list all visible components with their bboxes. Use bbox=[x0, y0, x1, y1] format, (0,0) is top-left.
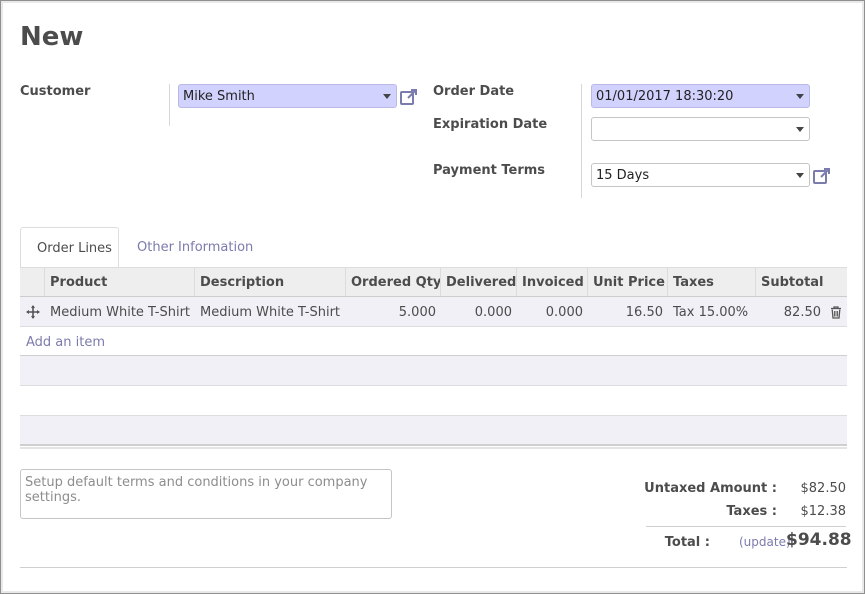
chevron-down-icon[interactable] bbox=[383, 94, 391, 99]
external-link-icon[interactable] bbox=[399, 87, 419, 107]
cell-description[interactable]: Medium White T-Shirt bbox=[195, 297, 345, 326]
empty-row bbox=[20, 416, 847, 446]
cell-unit-price[interactable]: 16.50 bbox=[588, 297, 668, 326]
tab-order-lines[interactable]: Order Lines bbox=[20, 227, 119, 268]
chevron-down-icon[interactable] bbox=[796, 94, 804, 99]
dates-separator bbox=[581, 84, 582, 198]
terms-textarea[interactable]: Setup default terms and conditions in yo… bbox=[20, 469, 392, 519]
table-footer bbox=[20, 447, 847, 449]
cell-taxes[interactable]: Tax 15.00% bbox=[668, 297, 756, 326]
column-header-ordered-qty[interactable]: Ordered Qty bbox=[345, 268, 441, 296]
bottom-divider bbox=[20, 567, 847, 568]
expiration-date-field[interactable] bbox=[591, 117, 810, 141]
table-row[interactable]: Medium White T-Shirt Medium White T-Shir… bbox=[20, 297, 847, 327]
customer-select[interactable]: Mike Smith bbox=[178, 84, 397, 108]
add-item-link[interactable]: Add an item bbox=[26, 335, 105, 350]
expiration-date-label: Expiration Date bbox=[433, 117, 548, 132]
cell-delivered[interactable]: 0.000 bbox=[441, 297, 517, 326]
total-value: $94.88 bbox=[786, 530, 852, 550]
customer-value: Mike Smith bbox=[183, 89, 255, 104]
payment-terms-label: Payment Terms bbox=[433, 163, 546, 178]
external-link-icon[interactable] bbox=[812, 166, 832, 186]
cell-invoiced[interactable]: 0.000 bbox=[517, 297, 588, 326]
chevron-down-icon[interactable] bbox=[796, 173, 804, 178]
cell-subtotal[interactable]: 82.50 bbox=[756, 297, 826, 326]
tab-other-information[interactable]: Other Information bbox=[121, 227, 269, 268]
customer-separator bbox=[169, 84, 170, 126]
cell-product[interactable]: Medium White T-Shirt bbox=[45, 297, 195, 326]
column-header-delivered[interactable]: Delivered bbox=[440, 268, 516, 296]
column-header-invoiced[interactable]: Invoiced bbox=[516, 268, 587, 296]
customer-label: Customer bbox=[20, 84, 91, 99]
empty-row bbox=[20, 356, 847, 386]
untaxed-amount-label: Untaxed Amount : bbox=[644, 481, 777, 496]
totals-divider bbox=[646, 526, 846, 527]
column-header-subtotal[interactable]: Subtotal bbox=[755, 268, 847, 296]
payment-terms-value: 15 Days bbox=[596, 168, 650, 183]
column-header-product[interactable]: Product bbox=[44, 268, 194, 296]
taxes-value: $12.38 bbox=[800, 504, 847, 519]
chevron-down-icon[interactable] bbox=[796, 127, 804, 132]
order-date-field[interactable]: 01/01/2017 18:30:20 bbox=[591, 84, 810, 108]
column-header-description[interactable]: Description bbox=[194, 268, 345, 296]
cell-ordered-qty[interactable]: 5.000 bbox=[345, 297, 441, 326]
column-header-taxes[interactable]: Taxes bbox=[667, 268, 755, 296]
empty-row bbox=[20, 386, 847, 416]
order-date-value: 01/01/2017 18:30:20 bbox=[596, 89, 734, 104]
update-link[interactable]: (update) bbox=[739, 535, 791, 549]
order-lines-header: Product Description Ordered Qty Delivere… bbox=[20, 267, 847, 297]
drag-handle-icon[interactable] bbox=[26, 305, 40, 319]
payment-terms-select[interactable]: 15 Days bbox=[591, 163, 810, 187]
trash-icon[interactable] bbox=[830, 306, 842, 319]
column-header-unit-price[interactable]: Unit Price bbox=[587, 268, 667, 296]
untaxed-amount-value: $82.50 bbox=[800, 481, 847, 496]
total-label: Total : bbox=[664, 535, 710, 550]
taxes-label: Taxes : bbox=[726, 504, 777, 519]
order-date-label: Order Date bbox=[433, 84, 515, 99]
page-title: New bbox=[20, 22, 84, 52]
